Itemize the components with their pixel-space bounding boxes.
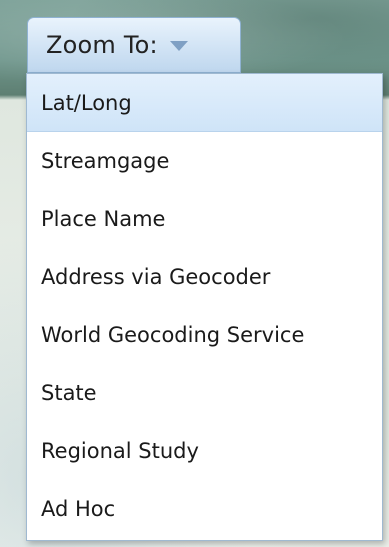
menu-item-label: Ad Hoc (41, 497, 116, 521)
menu-item-ad-hoc[interactable]: Ad Hoc (27, 480, 382, 538)
menu-item-address-via-geocoder[interactable]: Address via Geocoder (27, 248, 382, 306)
menu-item-streamgage[interactable]: Streamgage (27, 132, 382, 190)
caret-down-icon (169, 41, 188, 51)
menu-item-world-geocoding-service[interactable]: World Geocoding Service (27, 306, 382, 364)
menu-item-regional-study[interactable]: Regional Study (27, 422, 382, 480)
zoom-to-menu-list: Lat/Long Streamgage Place Name Address v… (27, 74, 382, 538)
zoom-to-dropdown-button[interactable]: Zoom To: (27, 17, 241, 73)
menu-item-lat-long[interactable]: Lat/Long (27, 74, 382, 132)
menu-item-label: World Geocoding Service (41, 323, 305, 347)
menu-item-label: State (41, 381, 97, 405)
zoom-to-menu: Lat/Long Streamgage Place Name Address v… (26, 73, 383, 541)
menu-item-label: Lat/Long (41, 90, 132, 115)
menu-item-label: Regional Study (41, 439, 199, 463)
zoom-to-label: Zoom To: (46, 31, 158, 59)
menu-item-state[interactable]: State (27, 364, 382, 422)
menu-item-label: Streamgage (41, 149, 170, 173)
menu-item-label: Address via Geocoder (41, 265, 271, 289)
menu-item-place-name[interactable]: Place Name (27, 190, 382, 248)
menu-item-label: Place Name (41, 207, 166, 231)
